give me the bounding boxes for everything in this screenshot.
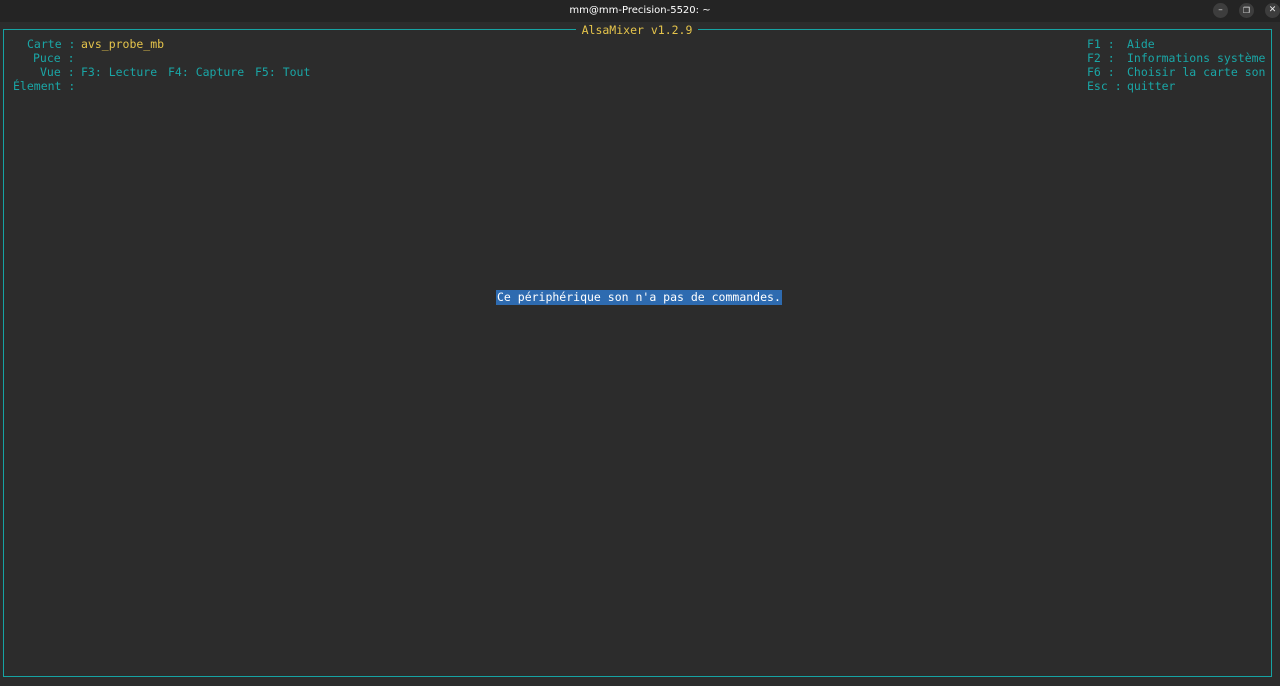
help-action-select-card[interactable]: Choisir la carte son	[1127, 65, 1265, 79]
card-value: avs_probe_mb	[81, 37, 165, 51]
view-capture[interactable]: F4: Capture	[168, 65, 244, 79]
chip-label: Puce :	[33, 51, 75, 65]
view-all[interactable]: F5: Tout	[255, 65, 310, 79]
window-title: mm@mm-Precision-5520: ~	[569, 5, 711, 16]
title-bar[interactable]: mm@mm-Precision-5520: ~ – ❐ ✕	[0, 0, 1280, 22]
terminal-content[interactable]: AlsaMixer v1.2.9 Carte : avs_probe_mb Pu…	[0, 22, 1280, 686]
help-action-system-info[interactable]: Informations système	[1127, 51, 1265, 65]
help-key-f1: F1 :	[1087, 37, 1115, 51]
terminal-window: mm@mm-Precision-5520: ~ – ❐ ✕ AlsaMixer …	[0, 0, 1280, 686]
minimize-button[interactable]: –	[1213, 3, 1228, 18]
no-controls-message: Ce périphérique son n'a pas de commandes…	[496, 290, 782, 305]
help-key-f6: F6 :	[1087, 65, 1115, 79]
card-label: Carte :	[27, 37, 76, 51]
element-label: Élement :	[13, 79, 76, 93]
view-playback[interactable]: F3: Lecture	[81, 65, 157, 79]
help-key-esc: Esc :	[1087, 79, 1122, 93]
view-label: Vue :	[40, 65, 75, 79]
alsamixer-frame	[3, 29, 1272, 677]
maximize-button[interactable]: ❐	[1239, 3, 1254, 18]
help-key-f2: F2 :	[1087, 51, 1115, 65]
help-action-aide[interactable]: Aide	[1127, 37, 1155, 51]
close-button[interactable]: ✕	[1265, 3, 1280, 18]
help-action-quit[interactable]: quitter	[1127, 79, 1175, 93]
